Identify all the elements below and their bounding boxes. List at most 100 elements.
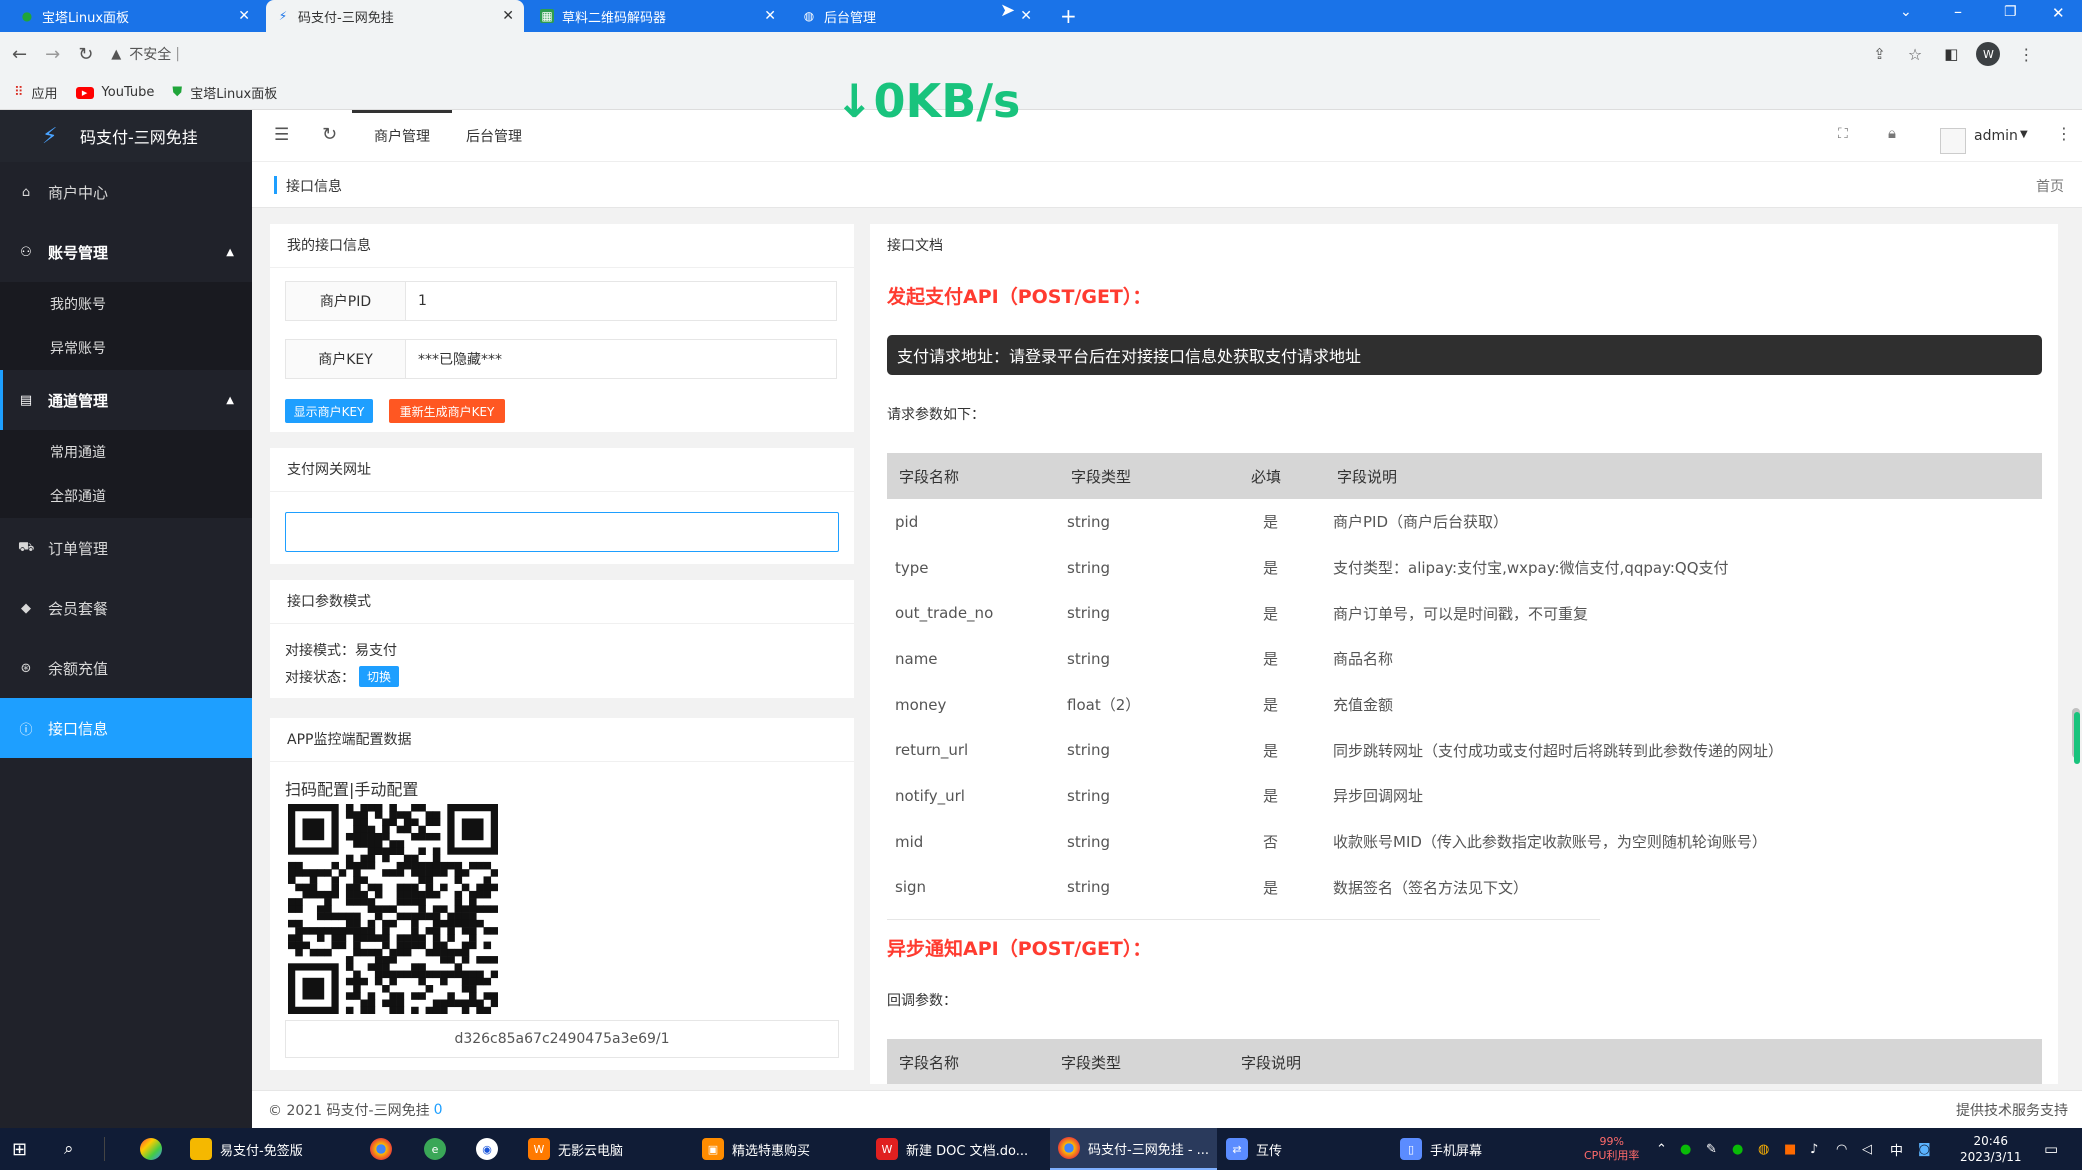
page-scrollbar[interactable]	[2072, 208, 2080, 1088]
table-row: pid string 是 商户PID（商户后台获取）	[887, 499, 2042, 545]
taskbar-app-green[interactable]: e	[424, 1128, 454, 1170]
table-cell: 是	[1263, 696, 1279, 715]
browser-menu-icon[interactable]: ⋮	[2018, 45, 2034, 64]
side-panel-icon[interactable]: ◧	[1944, 45, 1958, 63]
taskbar-label: 码支付-三网免挂 - ...	[1088, 1142, 1210, 1158]
sidebar-item-orders[interactable]: ⛟ 订单管理	[0, 518, 252, 578]
coin-icon: ⊛	[20, 660, 32, 676]
lock-icon[interactable]: 🔒︎	[1888, 124, 1896, 142]
sidebar-item-all-channels[interactable]: 全部通道	[0, 474, 252, 518]
user-avatar[interactable]	[1940, 128, 1966, 154]
sidebar-logo[interactable]: ⚡ 码支付-三网免挂	[0, 110, 252, 162]
browser-tab-codepay[interactable]: ⚡ 码支付-三网免挂 ✕	[266, 0, 524, 32]
wechat-work-icon[interactable]: ●	[1732, 1128, 1743, 1170]
refresh-icon[interactable]: ↻	[322, 124, 337, 145]
new-tab-icon[interactable]: +	[1060, 4, 1077, 28]
switch-button[interactable]: 切换	[359, 666, 400, 687]
table-header: 字段说明	[1241, 1054, 1302, 1072]
reload-icon[interactable]: ↻	[78, 44, 93, 65]
table-cell: string	[1067, 604, 1111, 623]
tab-label: 宝塔Linux面板	[42, 10, 130, 26]
close-tab-icon[interactable]: ✕	[502, 8, 514, 24]
sidebar-item-membership[interactable]: ◆ 会员套餐	[0, 578, 252, 638]
share-icon[interactable]: ⇪	[1873, 45, 1886, 63]
user-name[interactable]: admin	[1974, 128, 2018, 144]
sidebar-item-common-channels[interactable]: 常用通道	[0, 430, 252, 474]
more-icon[interactable]: ⋮	[2056, 124, 2072, 143]
nav-admin-management[interactable]: 后台管理	[466, 126, 522, 146]
close-tab-icon[interactable]: ✕	[764, 8, 776, 24]
taskbar-item-deals[interactable]: ▣ 精选特惠购买	[702, 1128, 810, 1170]
show-key-button[interactable]: 显示商户KEY	[285, 399, 373, 423]
warning-icon: ▲	[111, 46, 122, 62]
bookmark-youtube[interactable]: ▶ YouTube	[75, 85, 154, 100]
window-close-icon[interactable]: ✕	[2052, 4, 2065, 22]
req-params-label: 请求参数如下：	[887, 407, 985, 423]
tab-search-icon[interactable]: ⌄	[1900, 4, 1912, 20]
taskbar-label: 精选特惠购买	[732, 1143, 811, 1159]
back-icon[interactable]: ←	[12, 44, 27, 65]
tray-q-icon[interactable]: ◙	[1918, 1128, 1931, 1170]
sidebar-item-api-info[interactable]: ⓘ 接口信息	[0, 698, 252, 758]
pid-field[interactable]: 1	[406, 282, 836, 320]
taskbar-search-icon[interactable]: ⌕	[64, 1128, 74, 1170]
close-tab-icon[interactable]: ✕	[1020, 8, 1032, 24]
taskbar-item-epay[interactable]: 易支付-免签版	[190, 1128, 303, 1170]
notification-icon[interactable]: ▭	[2044, 1128, 2058, 1170]
table-header: 字段名称	[887, 453, 1059, 499]
regenerate-key-button[interactable]: 重新生成商户KEY	[389, 399, 505, 423]
taskbar-item-codepay[interactable]: 码支付-三网免挂 - ...	[1050, 1128, 1218, 1170]
sidebar-item-channel-management[interactable]: ▤ 通道管理 ▲	[0, 370, 252, 430]
browser-tab-qr-decoder[interactable]: ▦ 草料二维码解码器 ✕	[530, 0, 786, 32]
volume-icon[interactable]: ◁	[1862, 1128, 1872, 1170]
nav-merchant-management[interactable]: 商户管理	[374, 126, 430, 146]
browser-tab-bt-panel[interactable]: ● 宝塔Linux面板 ✕	[10, 0, 260, 32]
clock[interactable]: 20:46 2023/3/11	[1960, 1128, 2022, 1170]
config-subtitle[interactable]: 扫码配置|手动配置	[285, 776, 418, 800]
forward-icon[interactable]: →	[45, 44, 60, 65]
caret-down-icon[interactable]: ▼	[2020, 129, 2028, 140]
sidebar-item-balance-recharge[interactable]: ⊛ 余额充值	[0, 638, 252, 698]
taskbar-chrome[interactable]	[370, 1128, 400, 1170]
sidebar-item-merchant-center[interactable]: ⌂ 商户中心	[0, 162, 252, 222]
taskbar-item-hutransfer[interactable]: ⇄ 互传	[1226, 1128, 1282, 1170]
menu-toggle-icon[interactable]: ☰	[274, 125, 289, 145]
profile-avatar[interactable]: W	[1976, 42, 2001, 66]
wechat-icon[interactable]: ●	[1680, 1128, 1691, 1170]
taskbar-colorful-app[interactable]	[140, 1128, 170, 1170]
ime-indicator[interactable]: 中	[1890, 1128, 1903, 1170]
address-bar[interactable]: ▲ 不安全 |	[111, 38, 1871, 70]
config-token-field[interactable]: d326c85a67c2490475a3e69/1	[285, 1020, 839, 1058]
table-cell: 是	[1263, 650, 1279, 669]
sidebar-item-abnormal-accounts[interactable]: 异常账号	[0, 326, 252, 370]
taskbar-item-doc[interactable]: W 新建 DOC 文档.do...	[876, 1128, 1028, 1170]
callback-table-header: 字段名称 字段类型 字段说明	[887, 1039, 2042, 1084]
tray-app-icon[interactable]: ✎	[1706, 1128, 1717, 1170]
copyright-link[interactable]: 0	[434, 1102, 443, 1118]
taskbar-item-phone-screen[interactable]: ▯ 手机屏幕	[1400, 1128, 1482, 1170]
minimize-icon[interactable]: –	[1954, 2, 1962, 21]
taskbar-item-cloud-pc[interactable]: W 无影云电脑	[528, 1128, 623, 1170]
windows-start-icon[interactable]: ⊞	[12, 1128, 27, 1170]
taskbar-app-blue[interactable]: ◉	[476, 1128, 506, 1170]
tray-chevron-icon[interactable]: ⌃	[1656, 1128, 1667, 1170]
close-tab-icon[interactable]: ✕	[238, 8, 250, 24]
bt-favicon-icon: ●	[21, 9, 33, 23]
bookmark-star-icon[interactable]: ☆	[1908, 45, 1922, 64]
breadcrumb-home[interactable]: 首页	[2036, 176, 2064, 196]
bookmark-bt-panel[interactable]: ⛊ 宝塔Linux面板	[172, 83, 277, 102]
table-row: money float（2） 是 充值金额	[887, 682, 2042, 728]
wifi-icon[interactable]: ◠	[1836, 1128, 1847, 1170]
key-field[interactable]: ***已隐藏***	[406, 340, 836, 378]
microphone-icon[interactable]: ♪	[1810, 1128, 1818, 1170]
bt-shield-icon: ⛊	[172, 85, 183, 100]
tray-orange-icon[interactable]: ■	[1784, 1128, 1796, 1170]
bookmark-apps[interactable]: ⠿ 应用	[14, 83, 58, 102]
sidebar-item-my-account[interactable]: 我的账号	[0, 282, 252, 326]
sidebar-item-label: 商户中心	[48, 183, 109, 202]
sidebar-item-account-management[interactable]: ⚇ 账号管理 ▲	[0, 222, 252, 282]
tray-user-icon[interactable]: ◍	[1758, 1128, 1769, 1170]
fullscreen-icon[interactable]: ⛶	[1838, 126, 1848, 142]
gateway-url-input[interactable]	[285, 512, 839, 552]
restore-icon[interactable]: ❐	[2004, 4, 2017, 20]
